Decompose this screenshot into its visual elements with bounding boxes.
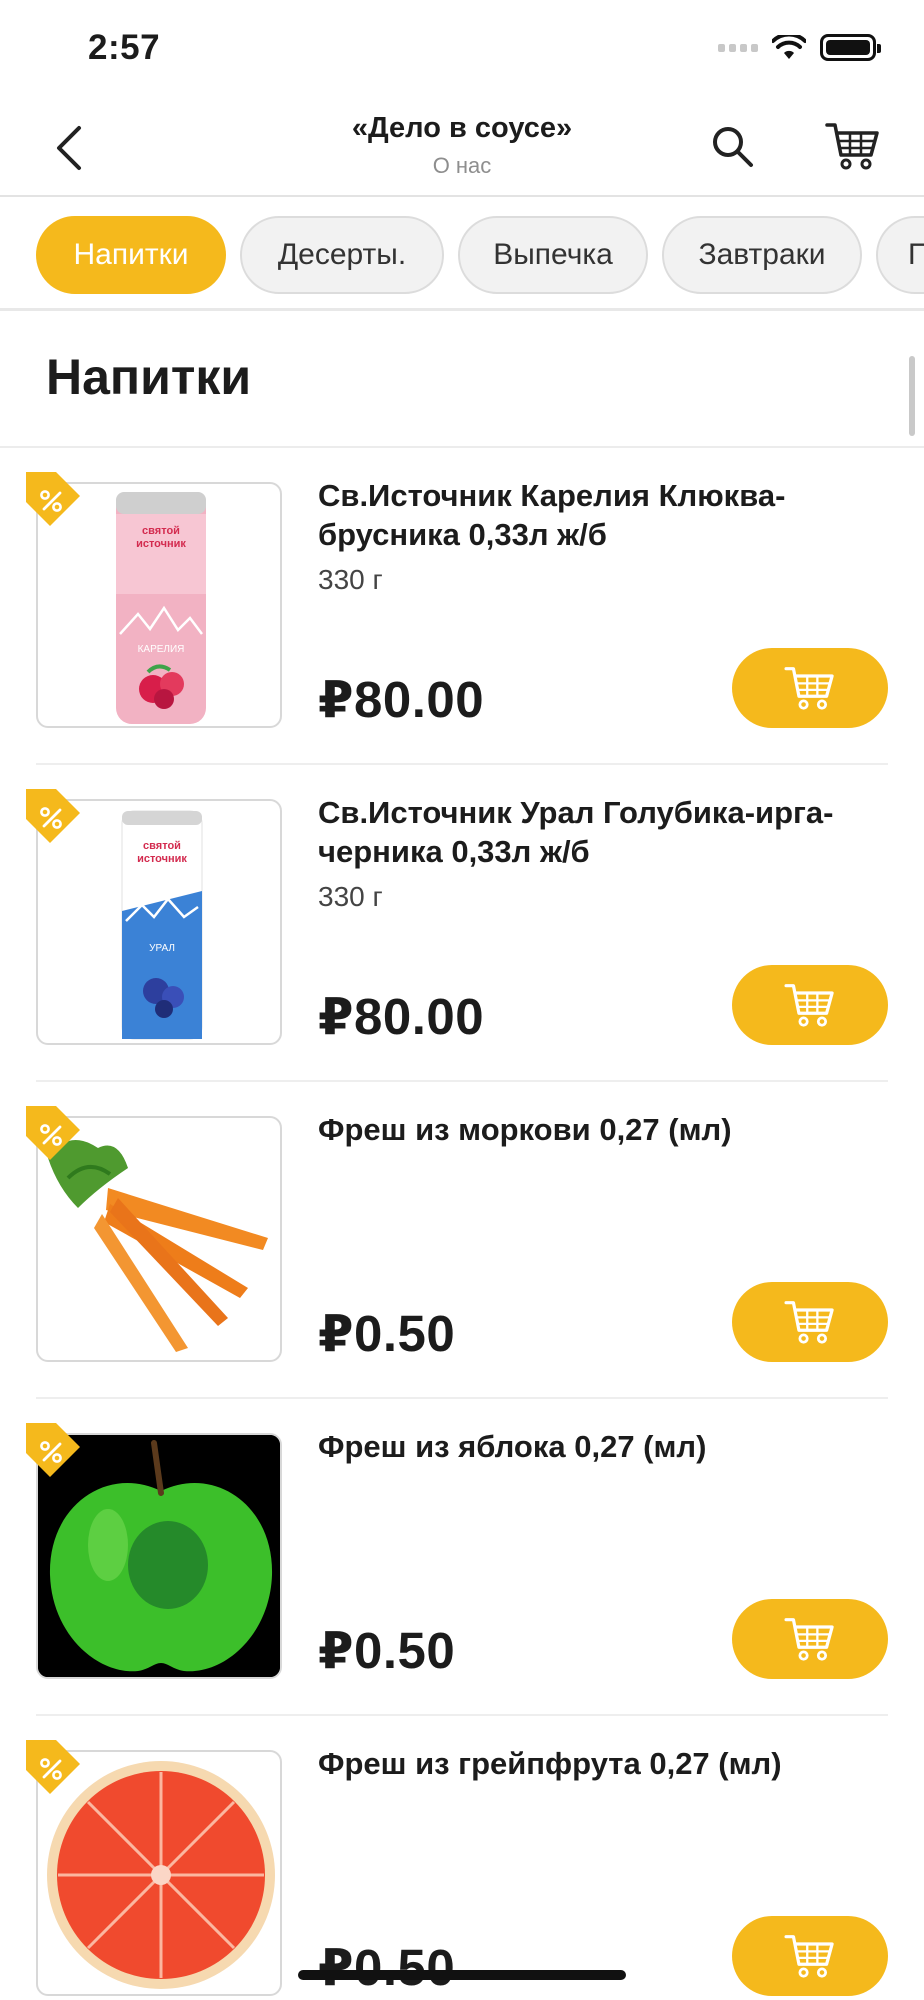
category-chip-pastry[interactable]: Выпечка bbox=[458, 216, 648, 294]
product-weight: 330 г bbox=[318, 881, 383, 912]
category-chip-breakfast[interactable]: Завтраки bbox=[662, 216, 862, 294]
status-time: 2:57 bbox=[88, 28, 161, 67]
product-card[interactable]: Фреш из моркови 0,27 (мл) ₽0.50 bbox=[0, 1082, 924, 1399]
product-price: ₽0.50 bbox=[318, 1939, 456, 1996]
wifi-icon bbox=[772, 34, 806, 59]
svg-text:КАРЕЛИЯ: КАРЕЛИЯ bbox=[138, 644, 185, 655]
product-card[interactable]: святой источник УРАЛ Св.Источник Урал Го… bbox=[0, 765, 924, 1082]
product-name[interactable]: Фреш из грейпфрута 0,27 (мл) bbox=[318, 1744, 878, 1783]
cart-icon bbox=[784, 1935, 834, 1978]
discount-tag-icon bbox=[26, 789, 80, 843]
section-title: Напитки bbox=[46, 349, 252, 405]
cart-icon bbox=[784, 1618, 834, 1661]
product-price: ₽0.50 bbox=[318, 1622, 456, 1679]
cart-icon bbox=[784, 984, 834, 1027]
product-weight: 330 г bbox=[318, 564, 383, 595]
add-to-cart-button[interactable] bbox=[732, 1282, 888, 1362]
category-chip-drinks[interactable]: Напитки bbox=[36, 216, 226, 294]
category-chip-desserts[interactable]: Десерты. bbox=[240, 216, 444, 294]
chevron-left-icon bbox=[57, 126, 81, 170]
cart-button[interactable] bbox=[818, 116, 888, 176]
product-name[interactable]: Фреш из моркови 0,27 (мл) bbox=[318, 1110, 878, 1149]
search-button[interactable] bbox=[704, 118, 760, 174]
category-tabs: Напитки Десерты. Выпечка Завтраки П bbox=[0, 198, 924, 311]
status-icons bbox=[718, 34, 881, 61]
home-indicator[interactable] bbox=[298, 1970, 626, 1980]
svg-text:святой: святой bbox=[143, 840, 181, 852]
cart-icon bbox=[784, 667, 834, 710]
product-name[interactable]: Фреш из яблока 0,27 (мл) bbox=[318, 1427, 878, 1466]
product-name[interactable]: Св.Источник Карелия Клюква-брусника 0,33… bbox=[318, 476, 878, 554]
svg-text:источник: источник bbox=[137, 853, 187, 865]
add-to-cart-button[interactable] bbox=[732, 1916, 888, 1996]
discount-tag-icon bbox=[26, 1740, 80, 1794]
cart-icon bbox=[825, 123, 879, 170]
scrollbar[interactable] bbox=[909, 356, 915, 436]
discount-tag-icon bbox=[26, 1106, 80, 1160]
discount-tag-icon bbox=[26, 472, 80, 526]
status-bar: 2:57 bbox=[0, 0, 924, 100]
product-price: ₽0.50 bbox=[318, 1305, 456, 1362]
category-chip-next[interactable]: П bbox=[876, 216, 924, 294]
signal-icon bbox=[718, 43, 758, 52]
add-to-cart-button[interactable] bbox=[732, 648, 888, 728]
discount-tag-icon bbox=[26, 1423, 80, 1477]
svg-text:УРАЛ: УРАЛ bbox=[149, 943, 175, 954]
product-name[interactable]: Св.Источник Урал Голубика-ирга-черника 0… bbox=[318, 793, 878, 871]
cart-icon bbox=[784, 1301, 834, 1344]
product-card[interactable]: Фреш из грейпфрута 0,27 (мл) ₽0.50 bbox=[0, 1716, 924, 2000]
product-card[interactable]: Фреш из яблока 0,27 (мл) ₽0.50 bbox=[0, 1399, 924, 1716]
svg-text:источник: источник bbox=[136, 538, 186, 550]
nav-bar: «Дело в соусе» О нас bbox=[0, 100, 924, 197]
back-button[interactable] bbox=[40, 120, 96, 176]
product-card[interactable]: святой источник КАРЕЛИЯ Св.Источник Каре… bbox=[0, 448, 924, 765]
search-icon bbox=[713, 127, 753, 167]
svg-text:святой: святой bbox=[142, 525, 180, 537]
page-title: «Дело в соусе» bbox=[351, 112, 573, 144]
battery-icon bbox=[820, 34, 881, 61]
nav-title-group: «Дело в соусе» О нас bbox=[200, 112, 724, 179]
product-price: ₽80.00 bbox=[318, 988, 485, 1045]
about-link[interactable]: О нас bbox=[200, 153, 724, 179]
add-to-cart-button[interactable] bbox=[732, 965, 888, 1045]
product-price: ₽80.00 bbox=[318, 671, 485, 728]
add-to-cart-button[interactable] bbox=[732, 1599, 888, 1679]
